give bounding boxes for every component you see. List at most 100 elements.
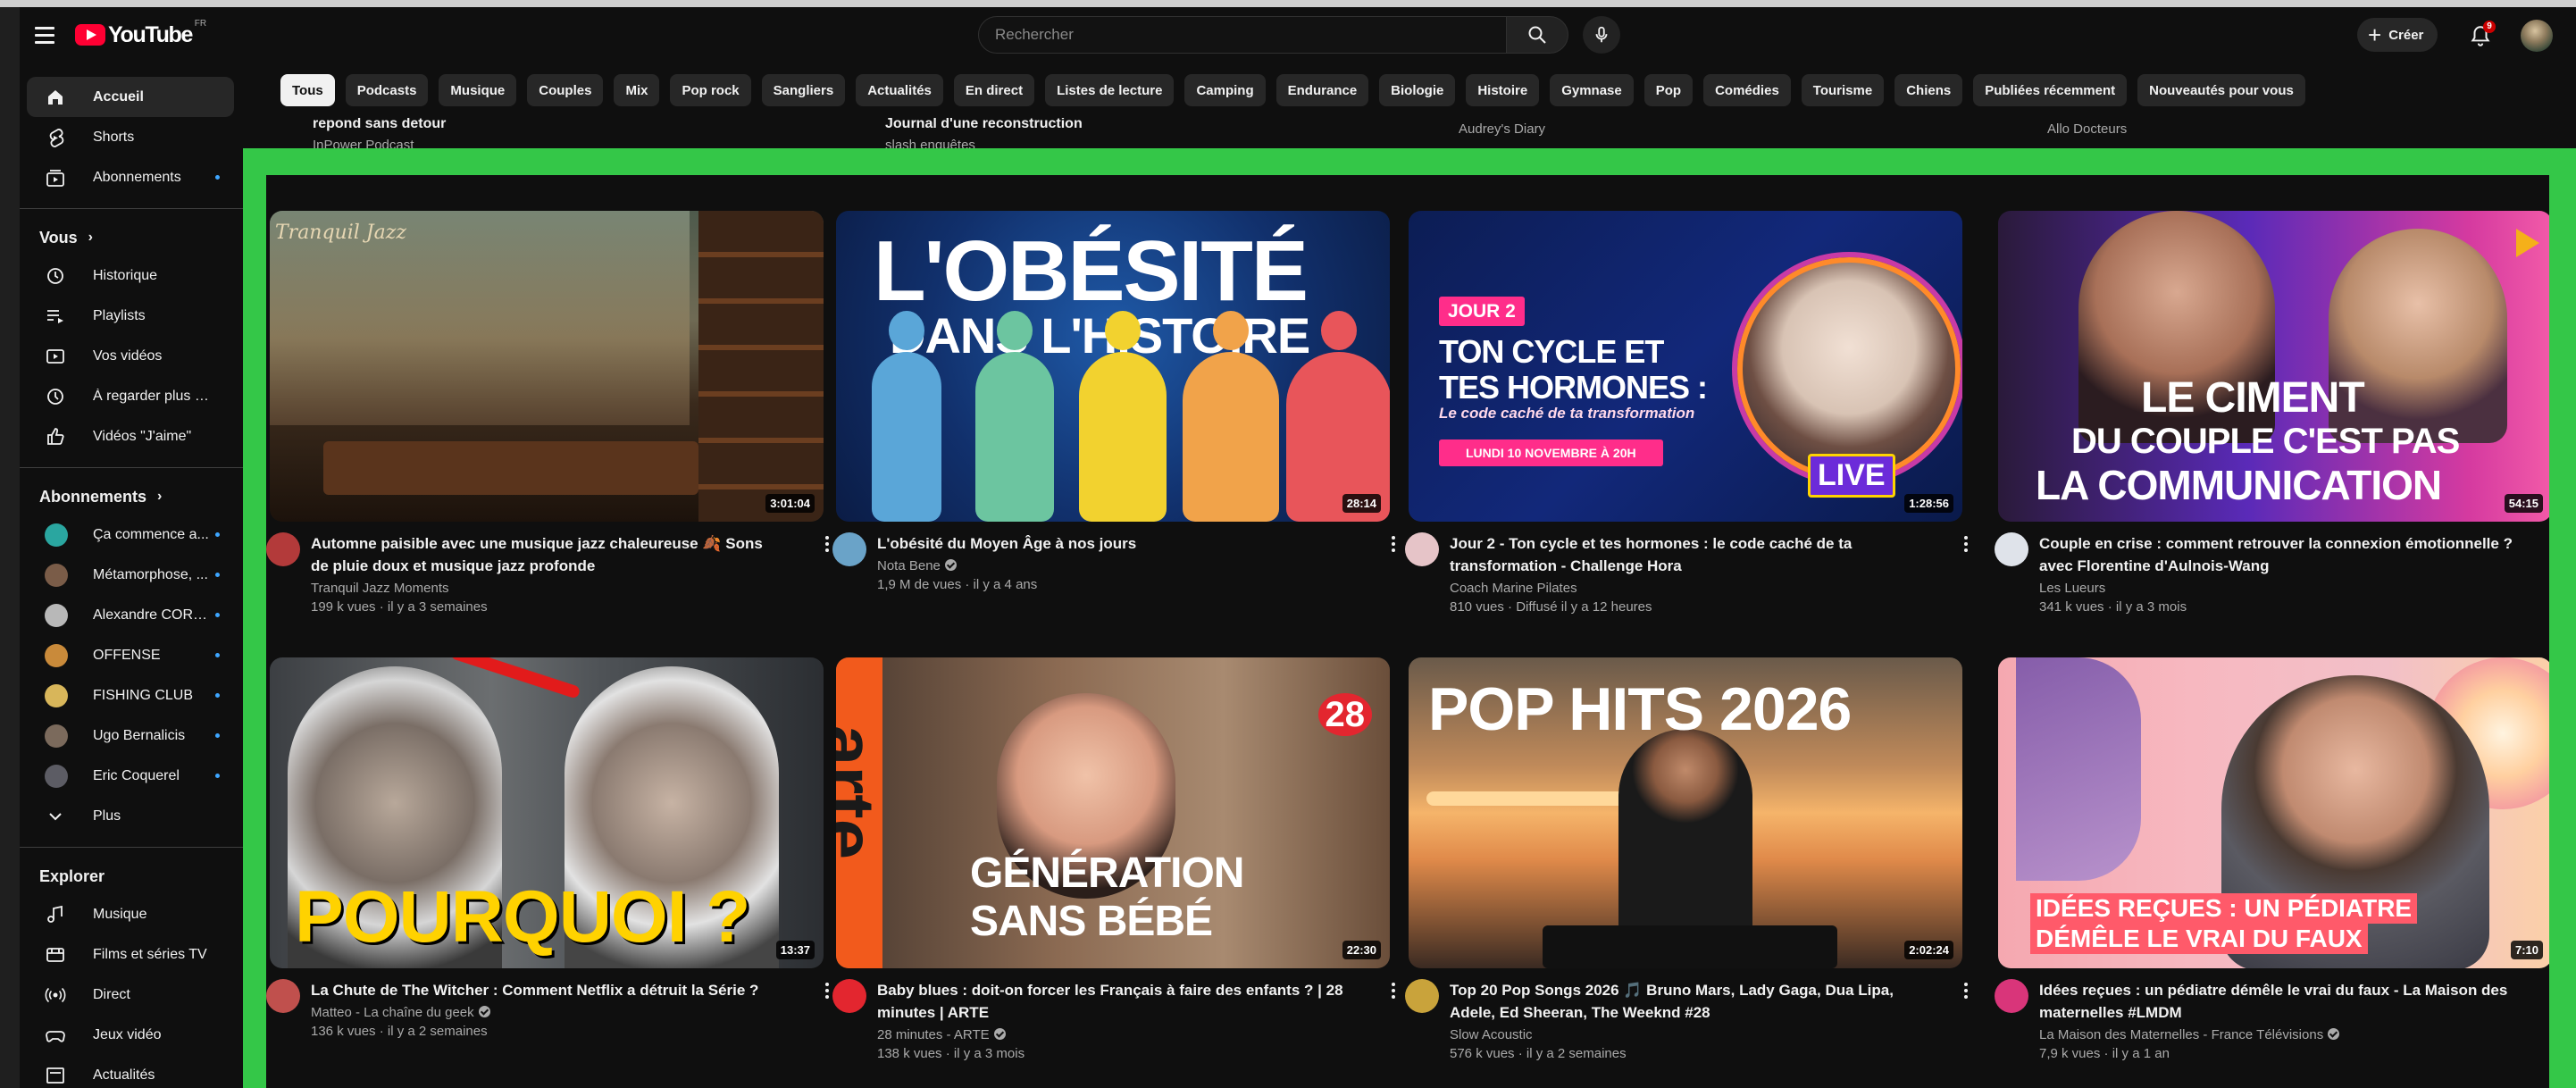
more-options-icon[interactable] (1384, 983, 1402, 999)
channel-name[interactable]: Tranquil Jazz Moments (311, 581, 449, 596)
filter-chip[interactable]: Histoire (1466, 74, 1540, 106)
sidebar-item[interactable]: Ugo Bernalicis (27, 716, 234, 756)
channel-name[interactable]: Matteo - La chaîne du geek (311, 1005, 474, 1020)
filter-chip[interactable]: Tourisme (1801, 74, 1885, 106)
sidebar-item[interactable]: OFFENSE (27, 635, 234, 675)
filter-chip[interactable]: Publiées récemment (1973, 74, 2128, 106)
video-title[interactable]: Jour 2 - Ton cycle et tes hormones : le … (1450, 532, 1923, 577)
channel-avatar[interactable] (1405, 532, 1439, 566)
sidebar-item[interactable]: Alexandre CORM... (27, 595, 234, 635)
menu-icon[interactable] (23, 13, 66, 56)
video-thumbnail[interactable]: POP HITS 2026 2:02:24 (1409, 657, 1962, 968)
more-options-icon[interactable] (1957, 983, 1975, 999)
sidebar-item[interactable]: Métamorphose, ... (27, 555, 234, 595)
channel-name[interactable]: La Maison des Maternelles - France Télév… (2039, 1027, 2323, 1042)
channel-avatar[interactable] (1995, 532, 2028, 566)
filter-chip[interactable]: Camping (1184, 74, 1266, 106)
sidebar-item[interactable]: Films et séries TV (27, 934, 234, 975)
sidebar-item[interactable]: Shorts (27, 117, 234, 157)
sidebar-item[interactable]: Musique (27, 894, 234, 934)
filter-chip[interactable]: Sangliers (761, 74, 846, 106)
filter-chip[interactable]: En direct (953, 74, 1035, 106)
video-thumbnail[interactable]: L'OBÉSITÉ DANS L'HISTOIRE 28:14 (836, 211, 1390, 522)
channel-name[interactable]: Les Lueurs (2039, 581, 2105, 596)
account-avatar[interactable] (2521, 20, 2553, 52)
subscriptions-section-heading[interactable]: Abonnements › (20, 479, 243, 515)
sidebar-item[interactable]: Jeux vidéo (27, 1015, 234, 1055)
video-thumbnail[interactable]: POURQUOI ? 13:37 (270, 657, 824, 968)
filter-chip[interactable]: Mix (614, 74, 660, 106)
sidebar-item[interactable]: À regarder plus tard (27, 376, 234, 416)
sidebar-item[interactable]: Eric Coquerel (27, 756, 234, 796)
previous-video-channel[interactable]: Audrey's Diary (1459, 121, 1545, 137)
channel-name[interactable]: Slow Acoustic (1450, 1027, 1533, 1042)
previous-video-channel[interactable]: InPower Podcast (313, 138, 446, 148)
video-thumbnail[interactable]: LE CIMENT DU COUPLE C'EST PAS LA COMMUNICA… (1998, 211, 2549, 522)
sidebar-item[interactable]: Playlists (27, 296, 234, 336)
video-title[interactable]: Idées reçues : un pédiatre démêle le vra… (2039, 979, 2513, 1024)
previous-video-title[interactable]: repond sans detour (313, 118, 446, 132)
sidebar-item[interactable]: Ça commence a... (27, 515, 234, 555)
video-title[interactable]: Automne paisible avec une musique jazz c… (311, 532, 784, 577)
channel-name[interactable]: Coach Marine Pilates (1450, 581, 1577, 596)
video-thumbnail[interactable]: IDÉES REÇUES : UN PÉDIATRE DÉMÊLE LE VRAI… (1998, 657, 2549, 968)
video-card[interactable]: IDÉES REÇUES : UN PÉDIATRE DÉMÊLE LE VRAI… (1995, 657, 2549, 1061)
sidebar-item-more[interactable]: Plus (27, 796, 234, 836)
channel-name[interactable]: Nota Bene (877, 558, 941, 573)
notifications-button[interactable]: 9 (2465, 21, 2496, 51)
create-button[interactable]: + Créer (2357, 18, 2438, 52)
video-card[interactable]: POP HITS 2026 2:02:24 Top 20 Pop Songs 202… (1405, 657, 1968, 1061)
previous-video-channel[interactable]: Allo Docteurs (2047, 121, 2127, 137)
filter-chip[interactable]: Actualités (856, 74, 943, 106)
more-options-icon[interactable] (1384, 536, 1402, 552)
filter-chip[interactable]: Tous (280, 74, 335, 106)
sidebar-item[interactable]: Historique (27, 255, 234, 296)
sidebar-item[interactable]: FISHING CLUB (27, 675, 234, 716)
filter-chip[interactable]: Musique (439, 74, 517, 106)
sidebar-item[interactable]: Direct (27, 975, 234, 1015)
sidebar-item[interactable]: Vidéos "J'aime" (27, 416, 234, 456)
youtube-logo[interactable]: YouTube FR (75, 19, 206, 48)
video-card[interactable]: JOUR 2 TON CYCLE ET TES HORMONES : Le code … (1405, 211, 1968, 615)
previous-video-channel[interactable]: slash enquêtes (885, 138, 1083, 148)
video-title[interactable]: Top 20 Pop Songs 2026 🎵 Bruno Mars, Lady… (1450, 979, 1923, 1024)
video-title[interactable]: Baby blues : doit-on forcer les Français… (877, 979, 1351, 1024)
sidebar-item[interactable]: Actualités (27, 1055, 234, 1088)
channel-avatar[interactable] (1995, 979, 2028, 1013)
filter-chip[interactable]: Pop (1643, 74, 1694, 106)
video-card[interactable]: Tranquil Jazz 3:01:04 Automne paisible ave… (266, 211, 829, 615)
filter-chip[interactable]: Comédies (1703, 74, 1791, 106)
video-card[interactable]: arte 28 GÉNÉRATION SANS BÉBÉ 22:30 Baby blues… (832, 657, 1395, 1061)
previous-video-title[interactable]: Journal d'une reconstruction (885, 118, 1083, 132)
filter-chip[interactable]: Couples (527, 74, 604, 106)
filter-chip[interactable]: Nouveautés pour vous (2137, 74, 2305, 106)
filter-chip[interactable]: Gymnase (1550, 74, 1634, 106)
more-options-icon[interactable] (2547, 536, 2549, 552)
video-title[interactable]: L'obésité du Moyen Âge à nos jours (877, 532, 1351, 555)
you-section-heading[interactable]: Vous › (20, 220, 243, 255)
channel-avatar[interactable] (832, 532, 866, 566)
video-card[interactable]: LE CIMENT DU COUPLE C'EST PAS LA COMMUNICA… (1995, 211, 2549, 615)
more-options-icon[interactable] (2547, 983, 2549, 999)
channel-avatar[interactable] (832, 979, 866, 1013)
video-thumbnail[interactable]: JOUR 2 TON CYCLE ET TES HORMONES : Le code … (1409, 211, 1962, 522)
search-input[interactable] (979, 17, 1506, 53)
sidebar-item[interactable]: Accueil (27, 77, 234, 117)
filter-chip[interactable]: Biologie (1379, 74, 1456, 106)
channel-avatar[interactable] (266, 979, 300, 1013)
video-card[interactable]: L'OBÉSITÉ DANS L'HISTOIRE 28:14 L'obésité d… (832, 211, 1395, 592)
filter-chip[interactable]: Listes de lecture (1045, 74, 1175, 106)
channel-avatar[interactable] (266, 532, 300, 566)
video-thumbnail[interactable]: Tranquil Jazz 3:01:04 (270, 211, 824, 522)
filter-chip[interactable]: Chiens (1894, 74, 1963, 106)
filter-chip[interactable]: Endurance (1275, 74, 1369, 106)
sidebar-item[interactable]: Vos vidéos (27, 336, 234, 376)
channel-avatar[interactable] (1405, 979, 1439, 1013)
video-title[interactable]: La Chute de The Witcher : Comment Netfli… (311, 979, 784, 1001)
channel-name[interactable]: 28 minutes - ARTE (877, 1027, 990, 1042)
video-title[interactable]: Couple en crise : comment retrouver la c… (2039, 532, 2513, 577)
video-thumbnail[interactable]: arte 28 GÉNÉRATION SANS BÉBÉ 22:30 (836, 657, 1390, 968)
filter-chip[interactable]: Podcasts (345, 74, 429, 106)
more-options-icon[interactable] (1957, 536, 1975, 552)
video-card[interactable]: POURQUOI ? 13:37 La Chute de The Witcher :… (266, 657, 829, 1039)
